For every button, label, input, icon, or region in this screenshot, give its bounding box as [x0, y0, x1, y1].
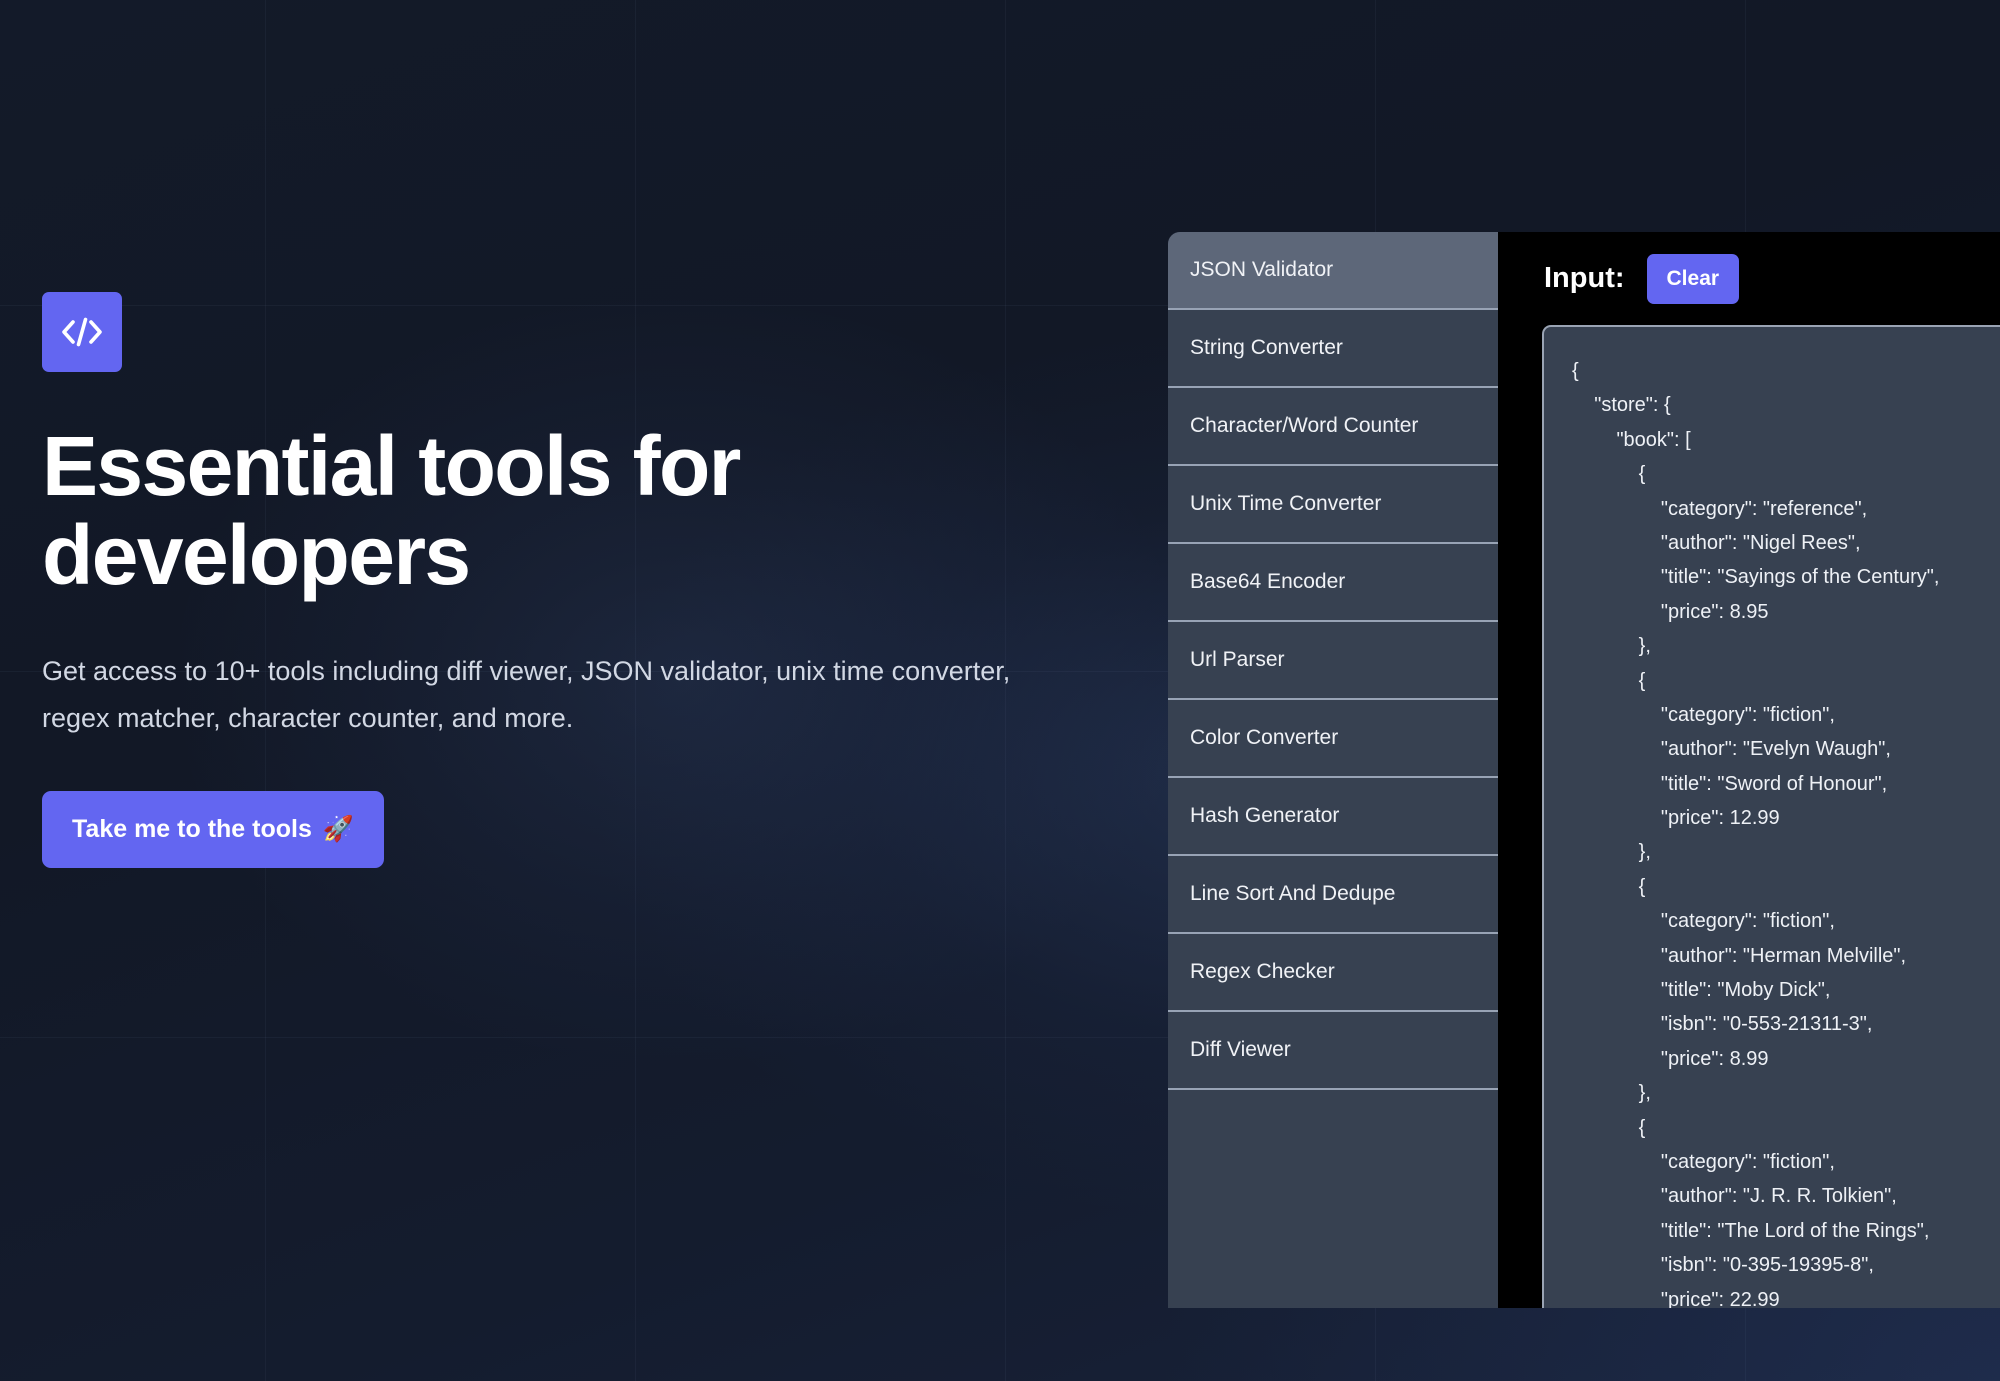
- editor-pane: Input: Clear { "store": { "book": [ { "c…: [1498, 232, 2000, 1308]
- sidebar-item-line-sort-and-dedupe[interactable]: Line Sort And Dedupe: [1168, 856, 1498, 934]
- tool-list-sidebar: JSON Validator String Converter Character/…: [1168, 232, 1498, 1308]
- clear-button[interactable]: Clear: [1646, 253, 1740, 304]
- sidebar-item-label: Color Converter: [1190, 726, 1339, 749]
- sidebar-item-label: Base64 Encoder: [1190, 570, 1346, 593]
- sidebar-item-hash-generator[interactable]: Hash Generator: [1168, 778, 1498, 856]
- hero-section: Essential tools for developers Get acces…: [42, 292, 1122, 868]
- code-brackets-icon: [42, 292, 122, 372]
- hero-subtitle: Get access to 10+ tools including diff v…: [42, 656, 1011, 733]
- sidebar-item-label: JSON Validator: [1190, 258, 1334, 281]
- input-label: Input:: [1544, 262, 1625, 294]
- json-input-text: { "store": { "book": [ { "category": "re…: [1572, 360, 1940, 1308]
- cta-label: Take me to the tools: [72, 814, 312, 843]
- editor-toolbar: Input: Clear: [1542, 232, 2000, 325]
- sidebar-item-label: String Converter: [1190, 336, 1343, 359]
- json-input-textarea[interactable]: { "store": { "book": [ { "category": "re…: [1542, 325, 2000, 1308]
- sidebar-item-label: Hash Generator: [1190, 804, 1340, 827]
- sidebar-item-label: Regex Checker: [1190, 960, 1335, 983]
- sidebar-item-label: Url Parser: [1190, 648, 1285, 671]
- sidebar-item-url-parser[interactable]: Url Parser: [1168, 622, 1498, 700]
- sidebar-item-color-converter[interactable]: Color Converter: [1168, 700, 1498, 778]
- sidebar-item-base64-encoder[interactable]: Base64 Encoder: [1168, 544, 1498, 622]
- sidebar-item-character-word-counter[interactable]: Character/Word Counter: [1168, 388, 1498, 466]
- sidebar-item-label: Character/Word Counter: [1190, 414, 1419, 437]
- page-title: Essential tools for developers: [42, 419, 741, 603]
- app-preview: JSON Validator String Converter Character/…: [1168, 232, 2000, 1308]
- sidebar-item-label: Diff Viewer: [1190, 1038, 1291, 1061]
- sidebar-item-string-converter[interactable]: String Converter: [1168, 310, 1498, 388]
- sidebar-item-json-validator[interactable]: JSON Validator: [1168, 232, 1498, 310]
- sidebar-empty-space: [1168, 1090, 1498, 1308]
- take-me-to-the-tools-button[interactable]: Take me to the tools 🚀: [42, 790, 384, 868]
- rocket-icon: 🚀: [322, 814, 354, 843]
- sidebar-item-regex-checker[interactable]: Regex Checker: [1168, 934, 1498, 1012]
- sidebar-item-label: Line Sort And Dedupe: [1190, 882, 1396, 905]
- sidebar-item-unix-time-converter[interactable]: Unix Time Converter: [1168, 466, 1498, 544]
- sidebar-item-diff-viewer[interactable]: Diff Viewer: [1168, 1012, 1498, 1090]
- sidebar-item-label: Unix Time Converter: [1190, 492, 1382, 515]
